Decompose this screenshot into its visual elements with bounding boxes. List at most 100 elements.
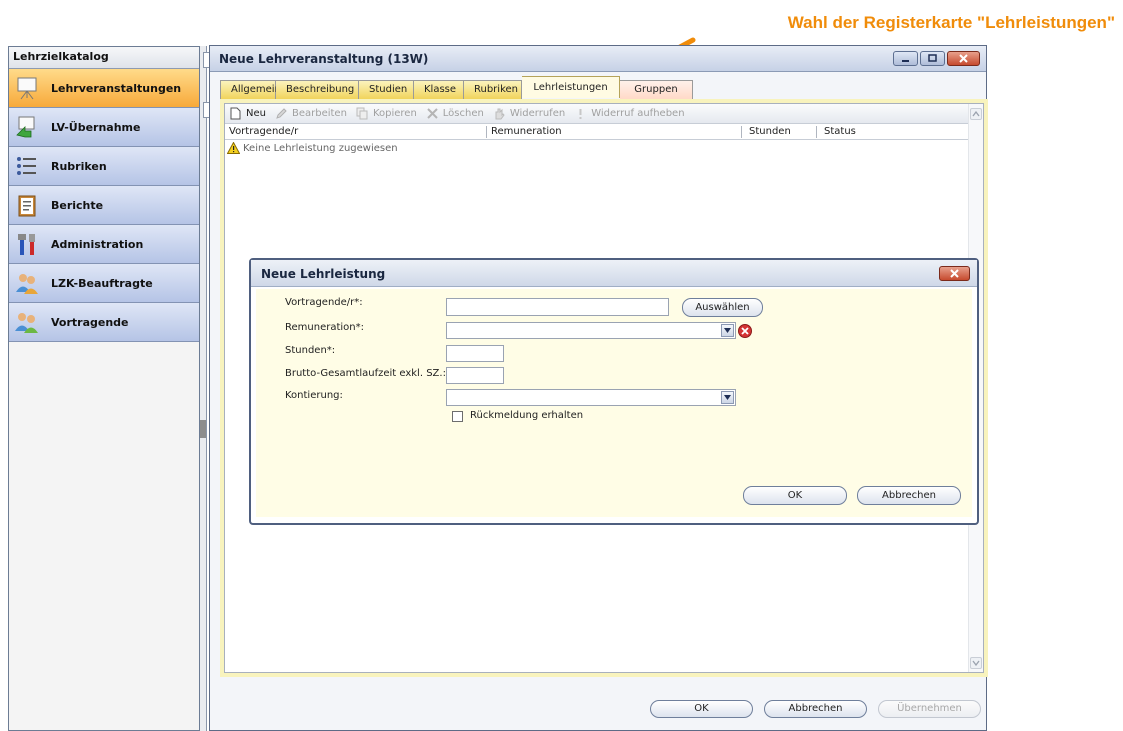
maximize-icon <box>928 54 937 62</box>
hours-label: Stunden*: <box>285 345 336 356</box>
empty-message-text: Keine Lehrleistung zugewiesen <box>243 142 398 154</box>
nav-item-berichte[interactable]: Berichte <box>9 186 199 225</box>
nav-item-label: Rubriken <box>51 159 107 173</box>
copy-label: Kopieren <box>372 108 417 119</box>
new-teaching-dialog: Neue Lehrleistung Vortragende/r*: Auswäh… <box>249 258 979 525</box>
dialog-cancel-button[interactable]: Abbrechen <box>857 486 961 505</box>
nav-item-lv-uebernahme[interactable]: LV-Übernahme <box>9 108 199 147</box>
close-button[interactable] <box>947 51 980 66</box>
nav-item-administration[interactable]: Administration <box>9 225 199 264</box>
dialog-ok-button[interactable]: OK <box>743 486 847 505</box>
minimize-icon <box>902 60 909 62</box>
error-icon <box>738 324 752 338</box>
exclamation-icon <box>579 109 582 119</box>
tab-rubriken[interactable]: Rubriken <box>464 80 522 99</box>
tab-bar: Allgemein Beschreibung Studien Klasse Ru… <box>220 76 693 99</box>
hours-field[interactable] <box>446 345 504 362</box>
cancel-button[interactable]: Abbrechen <box>764 700 867 718</box>
tab-gruppen[interactable]: Gruppen <box>620 80 693 99</box>
revoke-label: Widerrufen <box>509 108 566 119</box>
apply-button[interactable]: Übernehmen <box>878 700 981 718</box>
splitter-grip[interactable] <box>200 420 206 438</box>
nav-item-label: LV-Übernahme <box>51 120 141 134</box>
delete-x-icon <box>427 108 438 119</box>
tab-klasse[interactable]: Klasse <box>414 80 464 99</box>
tools-icon <box>18 234 35 255</box>
column-lecturer[interactable]: Vortragende/r <box>229 126 298 137</box>
nav-item-label: Berichte <box>51 198 104 212</box>
dialog-body: Vortragende/r*: Auswählen Remuneration*:… <box>256 289 972 517</box>
feedback-label[interactable]: Rückmeldung erhalten <box>470 410 583 421</box>
nav-header: Lehrzielkatalog <box>9 47 199 69</box>
chevron-down-icon <box>724 395 731 400</box>
lecturer-label: Vortragende/r*: <box>285 297 363 308</box>
cancel-revoke-button[interactable]: Widerruf aufheben <box>574 107 685 120</box>
new-document-icon <box>230 107 241 120</box>
panel-splitter[interactable] <box>200 46 207 731</box>
close-icon <box>950 269 959 278</box>
scroll-down-button[interactable] <box>970 657 982 669</box>
close-icon <box>959 54 968 63</box>
edit-label: Bearbeiten <box>291 108 347 119</box>
clipboard-report-icon <box>18 195 36 217</box>
delete-button[interactable]: Löschen <box>426 107 484 120</box>
copy-icon <box>356 107 368 120</box>
dropdown-button[interactable] <box>721 324 734 337</box>
chevron-up-icon <box>972 111 980 117</box>
warning-icon <box>227 142 240 154</box>
chevron-down-icon <box>724 328 731 333</box>
users-icon <box>16 274 38 294</box>
tab-lehrleistungen[interactable]: Lehrleistungen <box>522 76 620 98</box>
copy-button[interactable]: Kopieren <box>356 107 417 120</box>
remuneration-label: Remuneration*: <box>285 322 364 333</box>
remuneration-select[interactable] <box>446 322 736 339</box>
empty-message: Keine Lehrleistung zugewiesen <box>227 142 398 154</box>
window-button-bar: OK Abbrechen Übernehmen <box>210 678 986 730</box>
revoke-button[interactable]: Widerrufen <box>493 107 565 120</box>
navigation-panel: Lehrzielkatalog Lehrveranstaltungen LV-Ü… <box>8 46 200 731</box>
new-button[interactable]: Neu <box>229 107 266 120</box>
column-header: Vortragende/r Remuneration Stunden Statu… <box>225 124 983 140</box>
minimize-button[interactable] <box>893 51 918 66</box>
import-arrow-icon <box>16 116 35 138</box>
cancel-revoke-label: Widerruf aufheben <box>591 108 685 119</box>
gross-runtime-label: Brutto-Gesamtlaufzeit exkl. SZ.: <box>285 368 446 379</box>
feedback-checkbox[interactable] <box>452 411 463 422</box>
account-select[interactable] <box>446 389 736 406</box>
toolbar: Neu Bearbeiten Kopieren Löschen Widerruf… <box>225 104 983 124</box>
tab-studien[interactable]: Studien <box>359 80 414 99</box>
nav-item-label: Lehrveranstaltungen <box>51 81 182 95</box>
dialog-close-button[interactable] <box>939 266 970 281</box>
tab-beschreibung[interactable]: Beschreibung <box>276 80 359 99</box>
nav-item-lehrveranstaltungen[interactable]: Lehrveranstaltungen <box>9 69 199 108</box>
select-lecturer-button[interactable]: Auswählen <box>682 298 763 317</box>
gross-runtime-field[interactable] <box>446 367 504 384</box>
chevron-down-icon <box>972 660 980 666</box>
edit-pencil-icon <box>276 108 287 119</box>
lecturer-field[interactable] <box>446 298 669 316</box>
column-status[interactable]: Status <box>824 126 856 137</box>
lecturers-icon <box>15 313 38 333</box>
nav-item-rubriken[interactable]: Rubriken <box>9 147 199 186</box>
nav-item-label: Administration <box>51 237 144 251</box>
edit-button[interactable]: Bearbeiten <box>275 107 347 120</box>
nav-item-label: LZK-Beauftragte <box>51 276 153 290</box>
window-titlebar[interactable]: Neue Lehrveranstaltung (13W) <box>210 46 986 72</box>
account-label: Kontierung: <box>285 390 343 401</box>
nav-item-lzk-beauftragte[interactable]: LZK-Beauftragte <box>9 264 199 303</box>
column-hours[interactable]: Stunden <box>749 126 791 137</box>
new-label: Neu <box>246 108 266 119</box>
ok-button[interactable]: OK <box>650 700 753 718</box>
dialog-title: Neue Lehrleistung <box>261 267 386 281</box>
list-bullets-icon <box>17 157 36 175</box>
maximize-button[interactable] <box>920 51 945 66</box>
scroll-up-button[interactable] <box>970 108 982 120</box>
dialog-titlebar[interactable]: Neue Lehrleistung <box>251 260 977 287</box>
delete-label: Löschen <box>442 108 484 119</box>
nav-item-vortragende[interactable]: Vortragende <box>9 303 199 342</box>
dropdown-button[interactable] <box>721 391 734 404</box>
hand-stop-icon <box>495 108 505 120</box>
nav-item-label: Vortragende <box>51 315 129 329</box>
column-remuneration[interactable]: Remuneration <box>491 126 562 137</box>
tab-allgemein[interactable]: Allgemein <box>220 80 281 99</box>
